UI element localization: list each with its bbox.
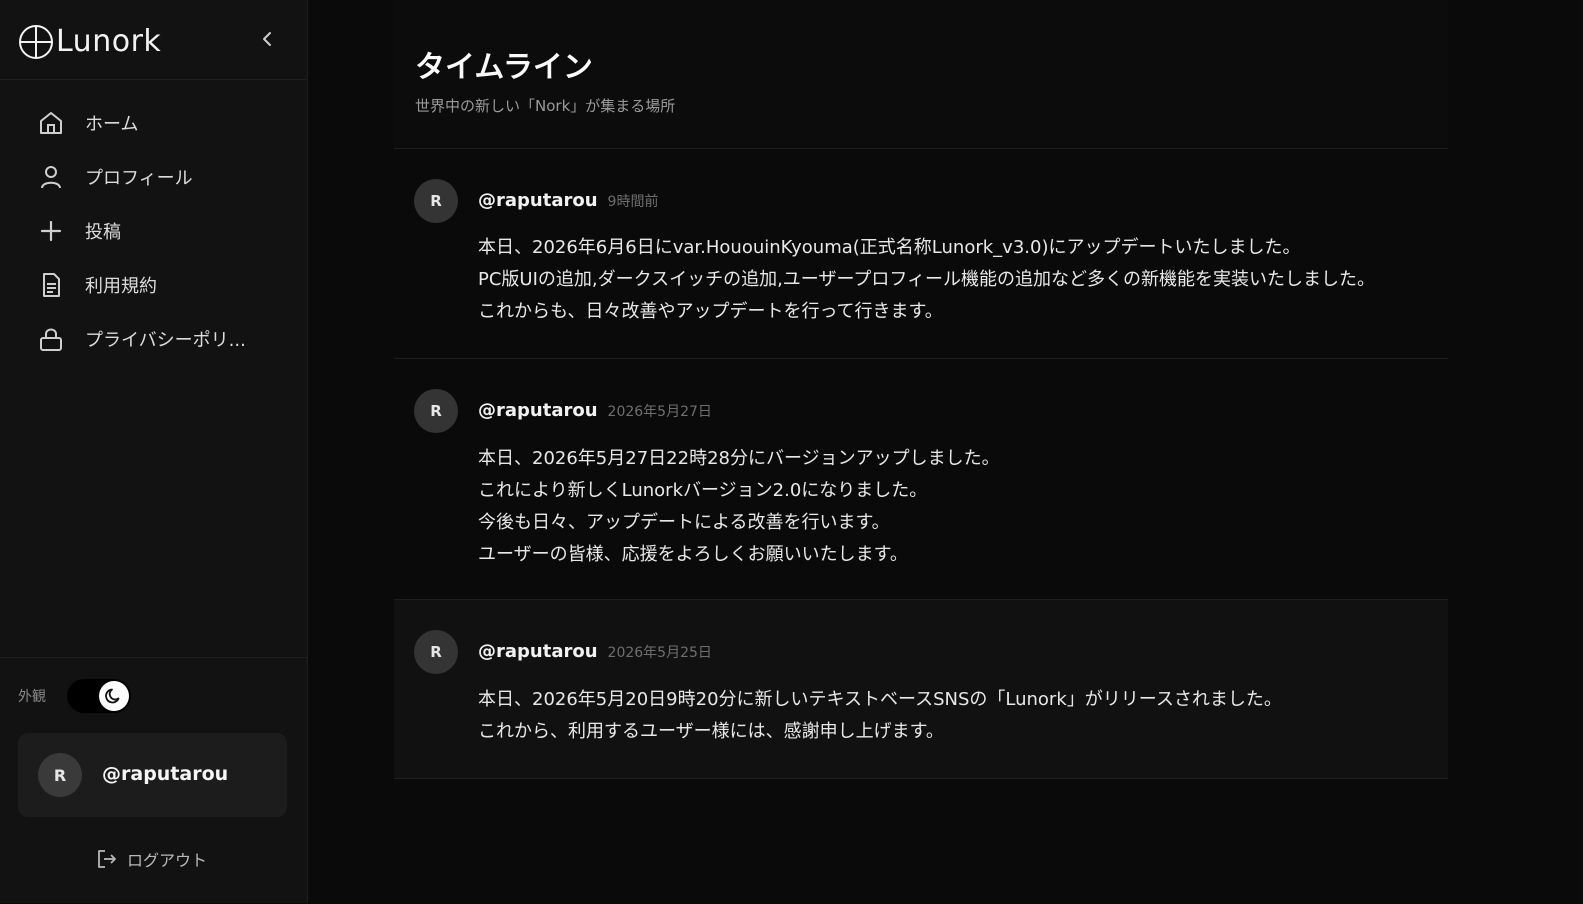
moon-icon — [105, 688, 120, 704]
sidebar-nav: ホーム プロフィール 投稿 利用規約 プライバシーポリ... — [0, 96, 307, 366]
post-author-handle[interactable]: @raputarou — [478, 400, 598, 421]
sidebar-item-label: 利用規約 — [85, 276, 157, 297]
avatar[interactable]: R — [414, 179, 458, 223]
sidebar: Lunork ホーム プロフィール 投稿 利用規約 プライバシーポリ... 外観… — [0, 0, 308, 903]
logo-icon — [19, 25, 53, 59]
post-text-line: 本日、2026年5月20日9時20分に新しいテキストベースSNSの「Lunork… — [478, 689, 1282, 710]
post-meta: @raputarou 2026年5月25日 — [478, 641, 712, 662]
post-item[interactable]: R @raputarou 2026年5月25日 本日、2026年5月20日9時2… — [394, 600, 1448, 779]
avatar: R — [38, 753, 82, 797]
brand-header: Lunork — [0, 0, 307, 80]
dark-mode-toggle[interactable] — [67, 679, 131, 713]
post-text-line: 本日、2026年6月6日にvar.HououinKyouma(正式名称Lunor… — [478, 237, 1301, 258]
post-body: 本日、2026年6月6日にvar.HououinKyouma(正式名称Lunor… — [478, 232, 1375, 328]
brand-name: Lunork — [56, 24, 162, 59]
post-text-line: 今後も日々、アップデートによる改善を行います。 — [478, 512, 890, 533]
avatar[interactable]: R — [414, 389, 458, 433]
post-text-line: 本日、2026年5月27日22時28分にバージョンアップしました。 — [478, 448, 1000, 469]
logout-icon — [98, 850, 116, 868]
post-text-line: これにより新しくLunorkバージョン2.0になりました。 — [478, 480, 928, 501]
post-body: 本日、2026年5月27日22時28分にバージョンアップしました。 これにより新… — [478, 443, 1000, 571]
page-title: タイムライン — [415, 50, 593, 85]
post-meta: @raputarou 9時間前 — [478, 190, 658, 211]
logout-label: ログアウト — [127, 851, 208, 870]
sidebar-item-terms[interactable]: 利用規約 — [0, 258, 307, 312]
sidebar-footer: 外観 R @raputarou ログアウト — [0, 657, 307, 904]
timeline-main: タイムライン 世界中の新しい「Nork」が集まる場所 R @raputarou … — [394, 0, 1448, 903]
post-text-line: これから、利用するユーザー様には、感謝申し上げます。 — [478, 721, 944, 742]
post-body: 本日、2026年5月20日9時20分に新しいテキストベースSNSの「Lunork… — [478, 684, 1282, 748]
post-text-line: PC版UIの追加,ダークスイッチの追加,ユーザープロフィール機能の追加など多くの… — [478, 269, 1376, 290]
plus-icon — [38, 218, 64, 244]
post-item[interactable]: R @raputarou 2026年5月27日 本日、2026年5月27日22時… — [394, 359, 1448, 600]
sidebar-item-label: プロフィール — [85, 168, 193, 189]
post-meta: @raputarou 2026年5月27日 — [478, 400, 712, 421]
toggle-knob — [99, 681, 129, 711]
post-item[interactable]: R @raputarou 9時間前 本日、2026年6月6日にvar.Houou… — [394, 149, 1448, 359]
post-timestamp: 2026年5月27日 — [607, 404, 712, 420]
chevron-left-icon — [263, 32, 271, 46]
post-text-line: ユーザーの皆様、応援をよろしくお願いいたします。 — [478, 544, 908, 565]
sidebar-item-label: プライバシーポリ... — [85, 330, 246, 351]
collapse-sidebar-button[interactable] — [256, 28, 278, 50]
post-timestamp: 9時間前 — [607, 194, 659, 210]
sidebar-item-label: ホーム — [85, 114, 139, 135]
appearance-label: 外観 — [18, 689, 46, 705]
current-user-handle: @raputarou — [102, 763, 229, 785]
timeline-header: タイムライン 世界中の新しい「Nork」が集まる場所 — [394, 0, 1448, 149]
current-user-card[interactable]: R @raputarou — [18, 733, 287, 817]
sidebar-item-label: 投稿 — [85, 222, 121, 243]
post-author-handle[interactable]: @raputarou — [478, 641, 598, 662]
sidebar-item-home[interactable]: ホーム — [0, 96, 307, 150]
lock-icon — [38, 326, 64, 352]
post-author-handle[interactable]: @raputarou — [478, 190, 598, 211]
sidebar-item-profile[interactable]: プロフィール — [0, 150, 307, 204]
logout-button[interactable]: ログアウト — [96, 847, 207, 871]
avatar[interactable]: R — [414, 630, 458, 674]
post-text-line: これからも、日々改善やアップデートを行って行きます。 — [478, 301, 943, 322]
home-icon — [38, 110, 64, 136]
document-icon — [38, 272, 64, 298]
sidebar-item-post[interactable]: 投稿 — [0, 204, 307, 258]
page-subtitle: 世界中の新しい「Nork」が集まる場所 — [415, 97, 676, 115]
sidebar-item-privacy[interactable]: プライバシーポリ... — [0, 312, 307, 366]
user-icon — [38, 164, 64, 190]
post-timestamp: 2026年5月25日 — [607, 645, 712, 661]
